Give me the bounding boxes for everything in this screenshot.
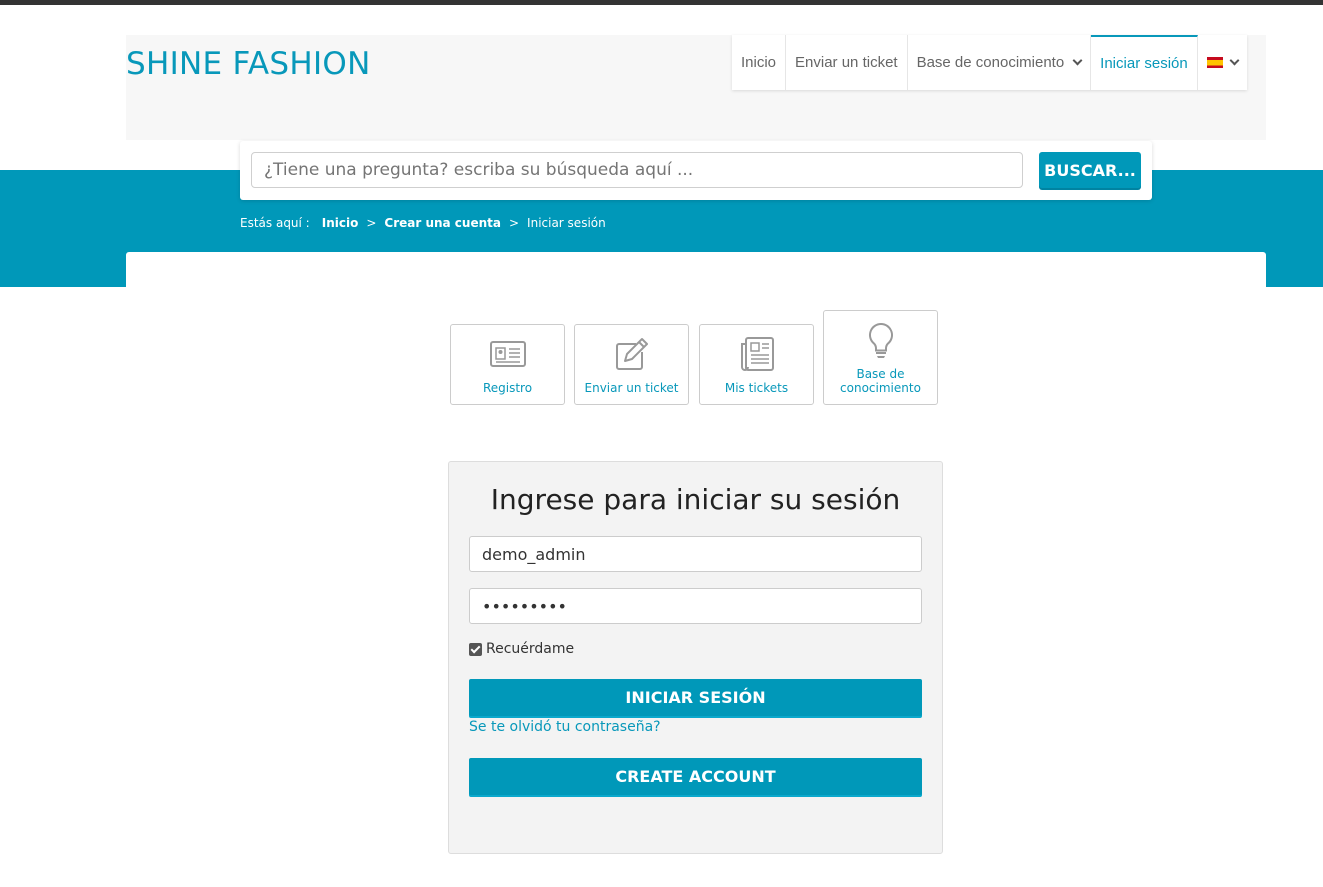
tile-base-conocimiento-label-1: Base de [856,367,905,381]
search-bar: BUSCAR... [240,141,1152,200]
nav-item-base-conocimiento-label: Base de conocimiento [916,54,1065,71]
main-nav: Inicio Enviar un ticket Base de conocimi… [732,35,1247,90]
nav-item-iniciar-sesion[interactable]: Iniciar sesión [1091,35,1198,90]
remember-me: Recuérdame [469,641,574,657]
chevron-down-icon [1229,55,1240,66]
tile-mis-tickets-label: Mis tickets [724,381,789,395]
breadcrumb-item-inicio[interactable]: Inicio [322,216,359,230]
breadcrumb-item-crear-cuenta[interactable]: Crear una cuenta [384,216,501,230]
tile-enviar-ticket[interactable]: Enviar un ticket [574,324,689,405]
breadcrumb-item-current: Iniciar sesión [527,216,606,230]
forgot-password-link[interactable]: Se te olvidó tu contraseña? [469,719,661,735]
id-card-icon [489,341,526,367]
search-input[interactable] [251,152,1023,188]
login-title: Ingrese para iniciar su sesión [490,483,901,516]
remember-label: Recuérdame [486,641,575,657]
quick-links: Registro Enviar un ticket Mis tickets Ba… [450,310,940,410]
tile-base-conocimiento[interactable]: Base de conocimiento [823,310,938,405]
breadcrumb: Estás aquí : Inicio > Crear una cuenta >… [240,216,606,230]
username-field[interactable] [469,536,922,572]
language-selector[interactable] [1198,35,1247,90]
password-field[interactable] [469,588,922,624]
brand-logo[interactable]: SHINE FASHION [126,46,371,82]
search-button[interactable]: BUSCAR... [1039,152,1141,188]
newspaper-icon [740,337,774,371]
tile-mis-tickets[interactable]: Mis tickets [699,324,814,405]
tile-base-conocimiento-label-2: conocimiento [840,381,921,395]
remember-checkbox[interactable] [469,642,482,656]
login-button[interactable]: INICIAR SESIÓN [469,679,922,716]
nav-item-inicio[interactable]: Inicio [732,35,787,90]
tile-enviar-ticket-label: Enviar un ticket [584,381,679,395]
lightbulb-icon [868,322,893,358]
create-account-button[interactable]: CREATE ACCOUNT [469,758,922,795]
nav-item-enviar-ticket[interactable]: Enviar un ticket [786,35,908,90]
chevron-down-icon [1072,55,1083,66]
tile-registro[interactable]: Registro [450,324,565,405]
nav-item-base-conocimiento[interactable]: Base de conocimiento [908,35,1092,90]
tile-registro-label: Registro [482,381,533,395]
breadcrumb-separator: > [366,216,377,230]
spain-flag-icon [1206,57,1223,68]
content-card-top [126,252,1266,292]
edit-icon [615,338,648,370]
breadcrumb-separator: > [508,216,520,230]
login-panel: Ingrese para iniciar su sesión Recuérdam… [448,461,943,854]
breadcrumb-label: Estás aquí : [240,216,310,230]
